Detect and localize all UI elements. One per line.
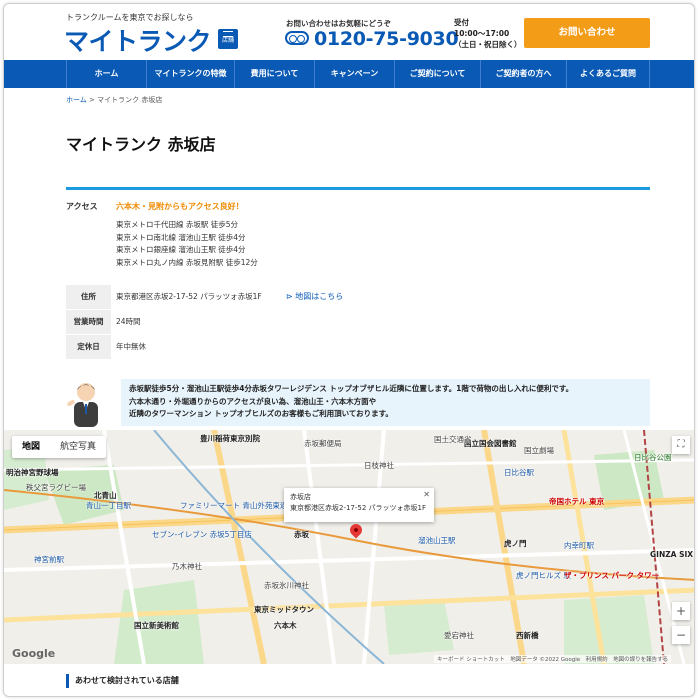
menu-icon: [223, 31, 233, 37]
google-map[interactable]: 地図 航空写真 豊川稲荷東京別院 赤坂郵便局 国立国会図書館 国立劇場 日比谷公園 日比谷…: [4, 430, 694, 664]
map-place-label[interactable]: 日枝神社: [364, 460, 394, 471]
comment-line: 六本木通り・外堀通りからのアクセスが良い為、溜池山王・六本木方面や: [129, 396, 377, 406]
fullscreen-icon[interactable]: ⛶: [672, 436, 690, 454]
closed-row: 定休日 年中無休: [66, 335, 650, 359]
hours-row: 営業時間 24時間: [66, 310, 650, 334]
nav-item[interactable]: ご契約者の方へ: [480, 60, 566, 88]
chevron-right-icon: ⊳: [286, 292, 296, 301]
hours-time: 10:00〜17:00: [454, 29, 510, 38]
map-place-label[interactable]: 乃木神社: [172, 561, 202, 572]
map-place-label[interactable]: 国立新美術館: [134, 620, 179, 631]
breadcrumb-current: マイトランク 赤坂店: [97, 96, 163, 104]
map-place-label[interactable]: 東京ミッドタウン: [254, 604, 314, 615]
map-place-label[interactable]: ザ・プリンス パーク タワー: [564, 570, 659, 581]
map-place-label[interactable]: 日比谷駅: [504, 467, 534, 478]
staff-illustration: [67, 383, 98, 427]
breadcrumb-home[interactable]: ホーム: [66, 96, 87, 104]
access-line: 東京メトロ丸ノ内線 赤坂見附駅 徒歩12分: [116, 257, 258, 267]
contact-button[interactable]: お問い合わせ: [524, 18, 650, 48]
map-place-label[interactable]: 日比谷公園: [634, 452, 672, 463]
related-stores-heading: あわせて検討されている店舗: [66, 674, 179, 688]
map-tab-map[interactable]: 地図: [12, 436, 50, 458]
access-line: 東京メトロ銀座線 溜池山王駅 徒歩4分: [116, 245, 246, 254]
map-place-label[interactable]: 神宮前駅: [34, 554, 64, 565]
store-button-label: 店舗: [221, 37, 234, 44]
zoom-in-button[interactable]: +: [672, 602, 690, 620]
access-lines: 東京メトロ千代田線 赤坂駅 徒歩5分 東京メトロ南北線 溜池山王駅 徒歩4分 東…: [116, 219, 258, 269]
map-place-label[interactable]: 豊川稲荷東京別院: [200, 433, 260, 444]
main-nav: ホーム マイトランクの特徴 費用について キャンペーン ご契約について ご契約者の方へ よく…: [4, 60, 694, 88]
map-place-label[interactable]: 青山一丁目駅: [86, 500, 131, 511]
phone-number[interactable]: 0120-75-9030: [314, 28, 459, 50]
hours-row-label: 営業時間: [66, 310, 111, 334]
access-line: 東京メトロ南北線 溜池山王駅 徒歩4分: [116, 232, 246, 242]
address-label: 住所: [66, 285, 111, 309]
map-place-label[interactable]: 国立劇場: [524, 445, 554, 456]
map-place-label[interactable]: 六本木: [274, 620, 297, 631]
address-row: 住所 東京都港区赤坂2-17-52 パラッツォ赤坂1F ⊳ 地図はこちら: [66, 285, 650, 309]
page-frame: トランクルームを東京でお探しなら マイトランク 店舗 お問い合わせはお気軽にどう…: [3, 3, 695, 697]
info-window-address: 東京都港区赤坂2-17-52 パラッツォ赤坂1F: [290, 504, 427, 512]
map-place-label[interactable]: 明治神宮野球場: [6, 467, 59, 478]
business-hours: 受付 10:00〜17:00 （土日・祝日除く）: [454, 17, 522, 50]
access-label: アクセス: [66, 202, 98, 211]
title-divider: [66, 187, 650, 190]
freedial-icon: [285, 31, 309, 45]
access-line: 東京メトロ千代田線 赤坂駅 徒歩5分: [116, 220, 239, 229]
map-footer[interactable]: キーボード ショートカット 地図データ ©2022 Google 利用規約 地図…: [434, 655, 672, 663]
info-window-title: 赤坂店: [290, 493, 311, 501]
map-place-label[interactable]: 内幸町駅: [564, 540, 594, 551]
store-list-button[interactable]: 店舗: [218, 29, 238, 49]
nav-item[interactable]: よくあるご質問: [566, 60, 650, 88]
map-place-label[interactable]: 帝国ホテル 東京: [549, 496, 604, 507]
hours-label: 受付: [454, 18, 469, 27]
access-highlight: 六本木・見附からもアクセス良好！: [116, 202, 244, 211]
store-comment: 赤坂駅徒歩5分・溜池山王駅徒歩4分赤坂タワーレジデンス トップオブザヒル近隣に位…: [121, 379, 650, 426]
zoom-out-button[interactable]: −: [672, 626, 690, 644]
map-type-tabs: 地図 航空写真: [12, 436, 107, 458]
closed-value: 年中無休: [116, 342, 146, 351]
site-logo[interactable]: マイトランク: [64, 22, 212, 58]
map-place-label[interactable]: セブン-イレブン 赤坂5丁目店: [152, 529, 252, 540]
map-link[interactable]: ⊳ 地図はこちら: [286, 285, 343, 309]
map-place-label[interactable]: 国土交通省: [434, 434, 472, 445]
page-title: マイトランク 赤坂店: [66, 135, 216, 154]
comment-line: 近隣のタワーマンション トップオブヒルズのお客様もご利用頂いております。: [129, 409, 393, 418]
map-place-label[interactable]: 秩父宮ラグビー場: [26, 482, 86, 493]
map-place-label[interactable]: GINZA SIX: [650, 550, 693, 559]
hours-note: （土日・祝日除く）: [454, 40, 522, 49]
nav-item[interactable]: ホーム: [66, 60, 146, 88]
map-link-label: 地図はこちら: [295, 292, 344, 301]
map-tab-satellite[interactable]: 航空写真: [50, 436, 106, 458]
map-place-label[interactable]: 赤坂郵便局: [304, 438, 342, 449]
address-value: 東京都港区赤坂2-17-52 パラッツォ赤坂1F: [116, 292, 262, 301]
map-place-label[interactable]: 虎ノ門: [504, 538, 527, 549]
comment-line: 赤坂駅徒歩5分・溜池山王駅徒歩4分赤坂タワーレジデンス トップオブザヒル近隣に位…: [129, 384, 574, 393]
breadcrumb-separator: >: [89, 96, 95, 104]
nav-item[interactable]: ご契約について: [394, 60, 480, 88]
nav-list: ホーム マイトランクの特徴 費用について キャンペーン ご契約について ご契約者の方へ よく…: [66, 60, 650, 88]
nav-item[interactable]: マイトランクの特徴: [146, 60, 234, 88]
hours-row-value: 24時間: [116, 317, 141, 326]
closed-label: 定休日: [66, 335, 111, 359]
map-info-window: 赤坂店 東京都港区赤坂2-17-52 パラッツォ赤坂1F ✕: [284, 488, 434, 522]
map-place-label[interactable]: 愛宕神社: [444, 630, 474, 641]
map-place-label[interactable]: 溜池山王駅: [418, 535, 456, 546]
site-header: トランクルームを東京でお探しなら マイトランク 店舗 お問い合わせはお気軽にどう…: [4, 4, 694, 60]
map-place-label[interactable]: 赤坂氷川神社: [264, 580, 309, 591]
nav-item[interactable]: 費用について: [234, 60, 314, 88]
map-place-label[interactable]: 西新橋: [516, 630, 539, 641]
close-icon[interactable]: ✕: [423, 489, 430, 500]
google-logo: Google: [12, 647, 56, 660]
map-place-label[interactable]: 赤坂: [294, 529, 309, 540]
map-place-label[interactable]: 虎ノ門ヒルズ 駅: [516, 570, 571, 581]
nav-item[interactable]: キャンペーン: [314, 60, 394, 88]
breadcrumb: ホーム > マイトランク 赤坂店: [66, 95, 162, 105]
